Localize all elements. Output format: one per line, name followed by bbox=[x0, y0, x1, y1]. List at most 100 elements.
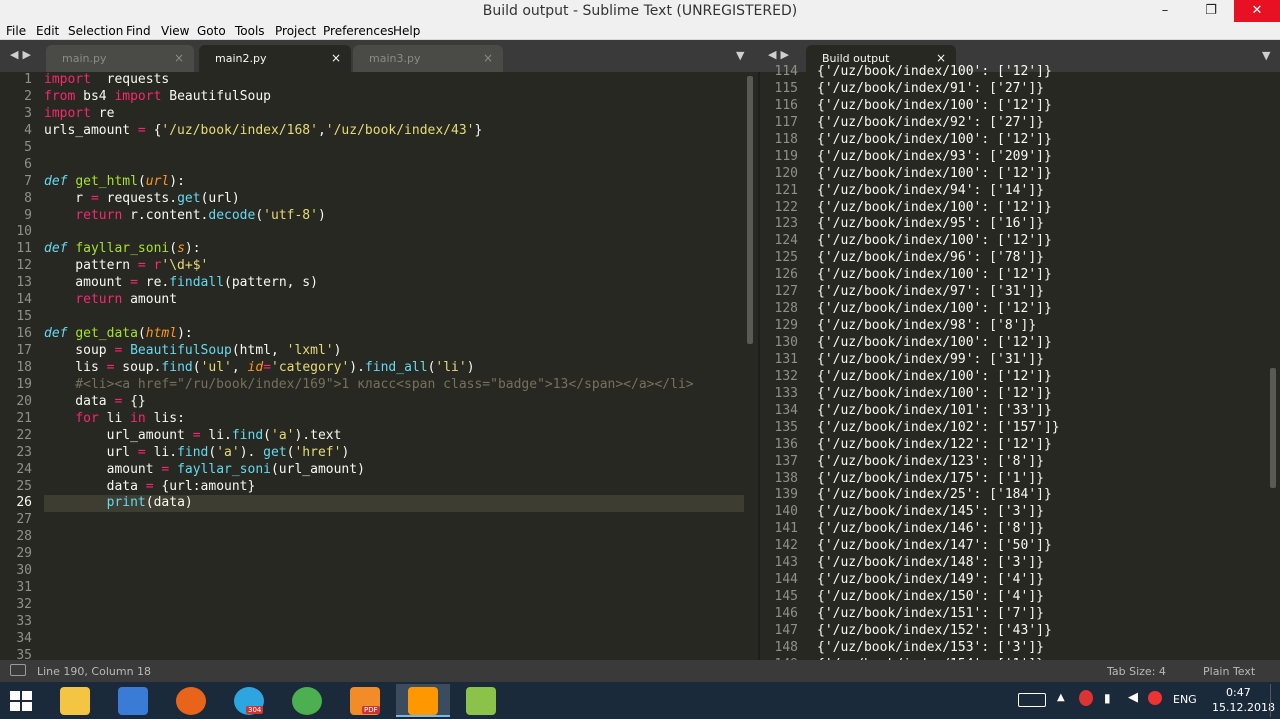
code-line[interactable]: return amount bbox=[44, 292, 744, 309]
tab-main2-py[interactable]: main2.py × bbox=[199, 45, 351, 72]
taskbar-notepad-plus-button[interactable] bbox=[454, 684, 508, 717]
clock-date[interactable]: 15.12.2018 bbox=[1212, 701, 1275, 714]
line-number: 23 bbox=[16, 444, 32, 460]
code-line[interactable]: import re bbox=[44, 106, 744, 123]
tab-close-icon[interactable]: × bbox=[174, 51, 184, 65]
console-icon[interactable] bbox=[10, 664, 26, 676]
output-line-number: 122 bbox=[774, 199, 798, 215]
taskbar-sublime-text-button[interactable] bbox=[396, 684, 450, 717]
code-token: find bbox=[231, 427, 264, 443]
code-token: (url) bbox=[200, 190, 240, 206]
code-line[interactable]: print(data) bbox=[44, 495, 744, 513]
tab-nav-left-icon[interactable]: ◀ bbox=[768, 48, 780, 61]
menu-preferences[interactable]: Preferences bbox=[323, 24, 394, 38]
menu-project[interactable]: Project bbox=[275, 24, 316, 38]
code-line[interactable] bbox=[44, 614, 744, 631]
tab-main-py[interactable]: main.py × bbox=[46, 45, 194, 72]
taskbar-pdf-app-button[interactable]: PDF bbox=[338, 684, 392, 717]
code-line[interactable]: r = requests.get(url) bbox=[44, 191, 744, 208]
volume-icon[interactable]: ◀ bbox=[1128, 690, 1138, 705]
code-line[interactable] bbox=[44, 157, 744, 174]
code-line[interactable]: return r.content.decode('utf-8') bbox=[44, 208, 744, 225]
output-line: {'/uz/book/index/145': ['3']} bbox=[817, 504, 1044, 520]
menu-selection[interactable]: Selection bbox=[68, 24, 123, 38]
code-line[interactable]: soup = BeautifulSoup(html, 'lxml') bbox=[44, 343, 744, 360]
code-token: return bbox=[75, 207, 123, 223]
code-line[interactable]: url = li.find('a'). get('href') bbox=[44, 445, 744, 462]
windows-start-icon[interactable] bbox=[10, 691, 32, 711]
code-line[interactable]: pattern = r'\d+$' bbox=[44, 258, 744, 275]
menu-find[interactable]: Find bbox=[126, 24, 151, 38]
antivirus-icon[interactable] bbox=[1079, 690, 1093, 706]
code-line[interactable]: #<li><a href="/ru/book/index/169">1 клас… bbox=[44, 377, 744, 394]
code-line[interactable] bbox=[44, 580, 744, 597]
code-line[interactable] bbox=[44, 140, 744, 157]
pane-divider[interactable] bbox=[758, 72, 760, 660]
code-line[interactable]: def get_data(html): bbox=[44, 326, 744, 343]
code-line[interactable] bbox=[44, 546, 744, 563]
code-line[interactable]: amount = re.findall(pattern, s) bbox=[44, 275, 744, 292]
menu-edit[interactable]: Edit bbox=[36, 24, 59, 38]
notification-status-icon[interactable] bbox=[1148, 691, 1162, 705]
menu-file[interactable]: File bbox=[6, 24, 26, 38]
code-line[interactable]: amount = fayllar_soni(url_amount) bbox=[44, 462, 744, 479]
code-token: data bbox=[44, 478, 146, 494]
menu-goto[interactable]: Goto bbox=[197, 24, 226, 38]
maximize-button[interactable]: ❐ bbox=[1188, 0, 1234, 22]
show-desktop-button[interactable] bbox=[1270, 684, 1280, 717]
code-line[interactable] bbox=[44, 224, 744, 241]
code-line[interactable]: data = {url:amount} bbox=[44, 479, 744, 496]
tab-close-icon[interactable]: × bbox=[936, 51, 946, 65]
code-token: li. bbox=[145, 444, 178, 460]
syntax-mode[interactable]: Plain Text bbox=[1203, 665, 1255, 678]
line-number: 34 bbox=[16, 630, 32, 646]
network-icon[interactable]: ▮ bbox=[1104, 691, 1111, 705]
code-line[interactable]: url_amount = li.find('a').text bbox=[44, 428, 744, 445]
close-window-button[interactable]: ✕ bbox=[1234, 0, 1280, 22]
code-line[interactable]: def get_html(url): bbox=[44, 174, 744, 191]
code-line[interactable]: urls_amount = {'/uz/book/index/168','/uz… bbox=[44, 123, 744, 140]
code-line[interactable]: data = {} bbox=[44, 394, 744, 411]
taskbar-firefox-button[interactable] bbox=[164, 684, 218, 717]
code-line[interactable]: for li in lis: bbox=[44, 411, 744, 428]
code-token: amount bbox=[122, 292, 178, 308]
clock-time[interactable]: 0:47 bbox=[1226, 686, 1251, 699]
tab-nav-right-icon[interactable]: ▶ bbox=[780, 48, 792, 61]
build-output-panel[interactable]: 114 115 116 117 118 119 120 121 122 123 124 125 126 1… bbox=[762, 64, 1267, 660]
output-line: {'/uz/book/index/148': ['3']} bbox=[817, 555, 1044, 571]
minimize-button[interactable]: – bbox=[1142, 0, 1188, 22]
code-token: = bbox=[130, 275, 138, 291]
code-line[interactable]: def fayllar_soni(s): bbox=[44, 241, 744, 258]
menu-help[interactable]: Help bbox=[393, 24, 420, 38]
menu-view[interactable]: View bbox=[161, 24, 189, 38]
code-line[interactable] bbox=[44, 597, 744, 614]
taskbar-file-explorer-button[interactable] bbox=[48, 684, 102, 717]
menu-tools[interactable]: Tools bbox=[235, 24, 265, 38]
tab-close-icon[interactable]: × bbox=[331, 51, 341, 65]
tab-close-icon[interactable]: × bbox=[483, 51, 493, 65]
code-line[interactable] bbox=[44, 309, 744, 326]
tab-main3-py[interactable]: main3.py × bbox=[353, 45, 503, 72]
code-line[interactable] bbox=[44, 563, 744, 580]
editor-scrollbar[interactable] bbox=[747, 76, 753, 344]
keyboard-icon[interactable] bbox=[1018, 693, 1046, 707]
tab-size[interactable]: Tab Size: 4 bbox=[1107, 665, 1166, 678]
taskbar-store-button[interactable] bbox=[106, 684, 160, 717]
code-line[interactable] bbox=[44, 631, 744, 648]
code-line[interactable]: lis = soup.find('ul', id='category').fin… bbox=[44, 360, 744, 377]
language-indicator[interactable]: ENG bbox=[1173, 693, 1197, 706]
code-line[interactable] bbox=[44, 512, 744, 529]
output-scrollbar[interactable] bbox=[1270, 368, 1276, 488]
tab-dropdown-icon[interactable]: ▼ bbox=[736, 49, 744, 62]
tab-dropdown-icon[interactable]: ▼ bbox=[1262, 49, 1270, 62]
tab-nav-left-icon[interactable]: ◀ bbox=[10, 48, 22, 61]
taskbar-chrome-button[interactable] bbox=[280, 684, 334, 717]
code-line[interactable]: from bs4 import BeautifulSoup bbox=[44, 89, 744, 106]
code-editor[interactable]: import requests from bs4 import Beautiful… bbox=[44, 72, 744, 665]
code-line[interactable]: import requests bbox=[44, 72, 744, 89]
code-line[interactable] bbox=[44, 529, 744, 546]
line-number: 29 bbox=[16, 546, 32, 562]
taskbar-telegram-button[interactable]: 304 bbox=[222, 684, 276, 717]
tab-nav-right-icon[interactable]: ▶ bbox=[22, 48, 34, 61]
show-hidden-icons-icon[interactable]: ▲ bbox=[1057, 692, 1065, 703]
